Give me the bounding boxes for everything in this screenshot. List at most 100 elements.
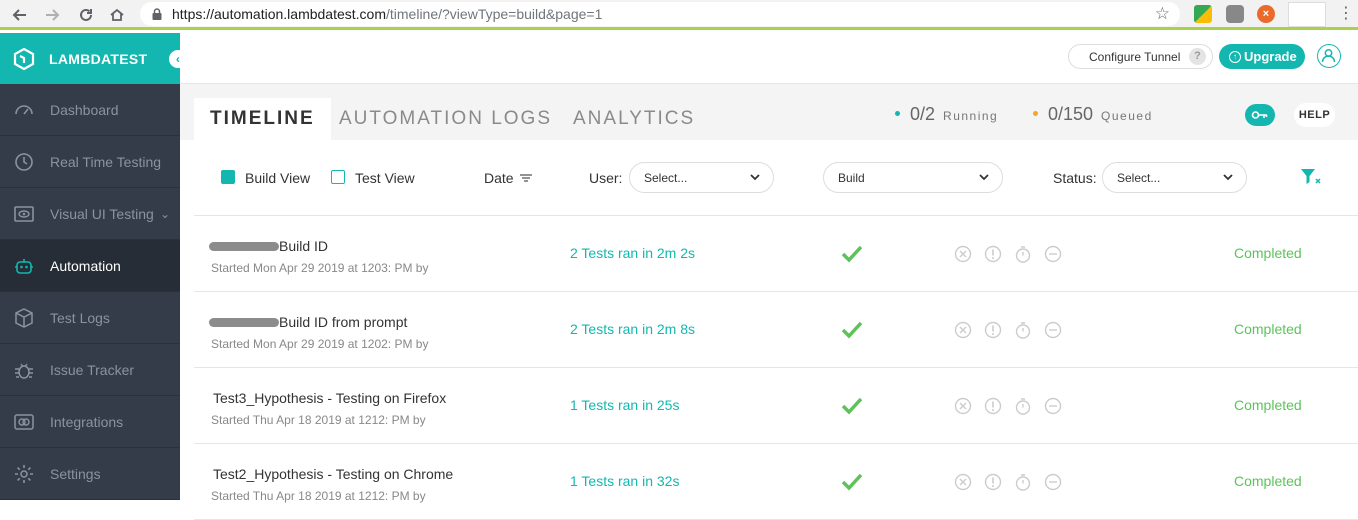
checkmark-icon: [841, 473, 863, 491]
build-name-text: Test3_Hypothesis - Testing on Firefox: [213, 390, 447, 406]
build-started: Started Thu Apr 18 2019 at 1212: PM by: [211, 413, 426, 427]
build-view-checkbox[interactable]: [221, 170, 235, 184]
home-icon[interactable]: [103, 1, 131, 29]
queued-label: Queued: [1101, 109, 1153, 123]
close-extension-icon[interactable]: ×: [1257, 5, 1275, 23]
user-select-value: Select...: [644, 170, 688, 185]
test-view-checkbox[interactable]: [331, 170, 345, 184]
running-label: Running: [943, 109, 999, 123]
user-filter-label: User:: [589, 170, 623, 186]
forward-icon[interactable]: [38, 1, 66, 29]
status-select[interactable]: Select...: [1102, 162, 1247, 193]
alert-circle-icon: [984, 473, 1002, 491]
build-name-text: Build ID from prompt: [279, 314, 408, 330]
sidebar-item-settings[interactable]: Settings: [0, 448, 180, 500]
sidebar-item-automation[interactable]: Automation: [0, 240, 180, 292]
minus-circle-icon: [1044, 473, 1062, 491]
brand-name: LAMBDATEST: [49, 50, 148, 67]
queued-dot: [1033, 111, 1038, 116]
status-icons: [954, 473, 1062, 491]
test-view-label[interactable]: Test View: [355, 170, 415, 186]
tests-summary-link[interactable]: 1 Tests ran in 32s: [570, 473, 679, 489]
camera-extension-icon[interactable]: [1226, 5, 1244, 23]
timer-icon: [1014, 397, 1032, 415]
date-sort[interactable]: Date: [484, 170, 533, 186]
build-name[interactable]: Build ID: [209, 238, 329, 254]
sidebar-item-label: Issue Tracker: [50, 361, 135, 378]
extension-icon[interactable]: [1194, 5, 1212, 23]
checkmark-icon: [841, 321, 863, 339]
tests-summary-link[interactable]: 2 Tests ran in 2m 2s: [570, 245, 695, 261]
build-name-text: Build ID: [279, 238, 329, 254]
sidebar-item-integrations[interactable]: Integrations: [0, 396, 180, 448]
clear-filter-icon[interactable]: [1300, 168, 1322, 186]
chevron-down-icon[interactable]: ⌄: [160, 207, 170, 221]
tab-automation-logs[interactable]: AUTOMATION LOGS: [323, 98, 568, 140]
upgrade-label: Upgrade: [1244, 49, 1297, 64]
alert-circle-icon: [984, 397, 1002, 415]
browser-menu-icon[interactable]: ⋮: [1338, 5, 1354, 23]
sidebar-item-label: Test Logs: [50, 309, 110, 326]
table-row[interactable]: Build ID from prompt Started Mon Apr 29 …: [194, 292, 1358, 368]
brand-header[interactable]: LAMBDATEST ‹: [0, 33, 188, 84]
arrow-up-icon: ↑: [1229, 50, 1241, 63]
status-icons: [954, 397, 1062, 415]
error-circle-icon: [954, 473, 972, 491]
sidebar-item-real-time-testing[interactable]: Real Time Testing: [0, 136, 180, 188]
table-row[interactable]: Test3_Hypothesis - Testing on Firefox St…: [194, 368, 1358, 444]
redacted-text: [209, 241, 279, 251]
tab-timeline[interactable]: TIMELINE: [194, 98, 331, 140]
upgrade-button[interactable]: ↑ Upgrade: [1219, 44, 1305, 69]
user-profile-icon[interactable]: [1317, 44, 1341, 68]
minus-circle-icon: [1044, 321, 1062, 339]
bug-icon: [12, 358, 36, 382]
configure-tunnel-label: Configure Tunnel: [1089, 49, 1181, 64]
eye-icon: [12, 202, 36, 226]
build-name[interactable]: Build ID from prompt: [209, 314, 408, 330]
timer-icon: [1014, 321, 1032, 339]
build-name-text: Test2_Hypothesis - Testing on Chrome: [213, 466, 454, 482]
sidebar-item-dashboard[interactable]: Dashboard: [0, 84, 180, 136]
timer-icon: [1014, 245, 1032, 263]
checkmark-icon: [841, 397, 863, 415]
error-circle-icon: [954, 321, 972, 339]
status-badge: Completed: [1234, 473, 1302, 489]
tests-summary-link[interactable]: 2 Tests ran in 2m 8s: [570, 321, 695, 337]
build-name[interactable]: Test2_Hypothesis - Testing on Chrome: [213, 466, 453, 482]
sidebar-item-label: Integrations: [50, 413, 124, 430]
sidebar-item-label: Real Time Testing: [50, 153, 162, 170]
sidebar-item-visual-ui-testing[interactable]: Visual UI Testing ⌄: [0, 188, 180, 240]
help-question-icon[interactable]: ?: [1189, 48, 1206, 65]
help-button[interactable]: HELP: [1294, 103, 1335, 127]
tests-summary-link[interactable]: 1 Tests ran in 25s: [570, 397, 679, 413]
build-list: Build ID Started Mon Apr 29 2019 at 1203…: [194, 216, 1358, 520]
status-select-value: Select...: [1117, 170, 1161, 185]
cube-icon: [12, 306, 36, 330]
alert-circle-icon: [984, 321, 1002, 339]
profile-avatar[interactable]: [1288, 2, 1326, 27]
table-row[interactable]: Build ID Started Mon Apr 29 2019 at 1203…: [194, 216, 1358, 292]
table-row[interactable]: Test2_Hypothesis - Testing on Chrome Sta…: [194, 444, 1358, 520]
reload-icon[interactable]: [72, 1, 100, 29]
build-name[interactable]: Test3_Hypothesis - Testing on Firefox: [213, 390, 446, 406]
build-view-label[interactable]: Build View: [245, 170, 310, 186]
sidebar-item-test-logs[interactable]: Test Logs: [0, 292, 180, 344]
address-bar[interactable]: https://automation.lambdatest.com/timeli…: [140, 2, 1180, 26]
chevron-down-icon: [979, 174, 989, 181]
redacted-text: [209, 317, 279, 327]
bookmark-star-icon[interactable]: ☆: [1155, 4, 1170, 24]
build-select[interactable]: Build: [823, 162, 1003, 193]
queued-value: 0/150: [1048, 104, 1094, 124]
user-select[interactable]: Select...: [629, 162, 774, 193]
error-circle-icon: [954, 397, 972, 415]
status-badge: Completed: [1234, 245, 1302, 261]
sidebar-item-issue-tracker[interactable]: Issue Tracker: [0, 344, 180, 396]
configure-tunnel-button[interactable]: Configure Tunnel ?: [1068, 44, 1213, 69]
back-icon[interactable]: [6, 1, 34, 29]
sidebar: LAMBDATEST ‹ Dashboard Real Time Testing…: [0, 33, 188, 500]
tab-analytics[interactable]: ANALYTICS: [557, 98, 711, 140]
lock-icon: [152, 8, 162, 20]
gear-icon: [12, 462, 36, 486]
url-host: https://automation.lambdatest.com: [172, 6, 386, 22]
access-key-button[interactable]: [1245, 104, 1275, 126]
